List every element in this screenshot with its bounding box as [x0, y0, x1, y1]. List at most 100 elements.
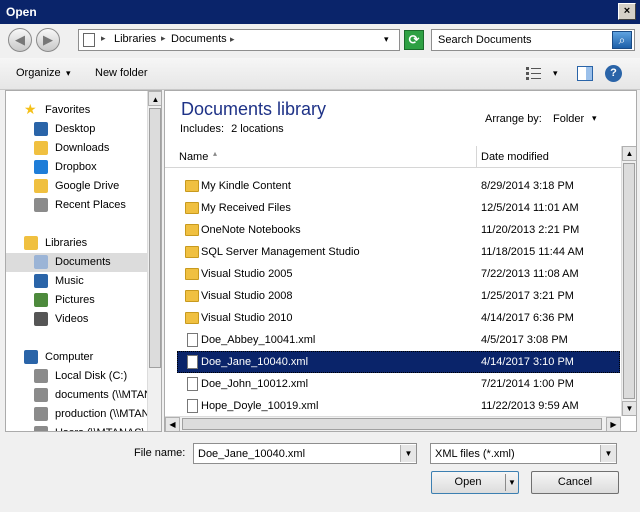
navigation-pane: ★ Favorites Desktop Downloads Dropbox Google …: [5, 90, 162, 432]
refresh-icon: ⟳: [408, 32, 420, 47]
sidebar-item-label: Users (\\MTANAS\: [55, 427, 145, 431]
file-list-vertical-scrollbar[interactable]: ▲ ▼: [621, 146, 636, 416]
documents-icon: [34, 255, 48, 269]
file-date-modified: 4/14/2017 6:36 PM: [481, 312, 574, 324]
file-list-horizontal-scrollbar[interactable]: ◀ ▶: [165, 416, 621, 431]
sidebar-item-local-disk-c[interactable]: Local Disk (C:): [6, 367, 147, 386]
file-name: Visual Studio 2010: [201, 312, 293, 324]
dropbox-icon: [34, 160, 48, 174]
folder-icon: [185, 224, 199, 236]
sidebar-item-label: documents (\\MTAN: [55, 389, 152, 401]
breadcrumb-separator[interactable]: ▸: [101, 33, 106, 44]
help-icon[interactable]: ?: [605, 65, 622, 82]
close-button[interactable]: ×: [618, 3, 636, 20]
desktop-icon: [34, 122, 48, 136]
file-type-select[interactable]: XML files (*.xml) ▼: [430, 443, 617, 464]
scroll-thumb[interactable]: [623, 163, 635, 399]
refresh-button[interactable]: ⟳: [404, 30, 424, 50]
arrange-by-selector[interactable]: Folder: [553, 113, 584, 125]
folder-row[interactable]: Visual Studio 2005 7/22/2013 11:08 AM: [177, 263, 620, 285]
folder-row[interactable]: My Received Files 12/5/2014 11:01 AM: [177, 197, 620, 219]
scroll-right-button[interactable]: ▶: [606, 417, 621, 431]
arrange-dropdown-icon[interactable]: ▾: [592, 113, 597, 124]
sidebar-item-label: Libraries: [45, 237, 88, 249]
computer-icon: [24, 350, 38, 364]
open-button[interactable]: Open ▼: [431, 471, 519, 494]
videos-icon: [34, 312, 48, 326]
file-list-pane: Documents library Includes: 2 locations …: [164, 90, 637, 432]
folder-row[interactable]: My Kindle Content 8/29/2014 3:18 PM: [177, 175, 620, 197]
sidebar-item-music[interactable]: Music: [6, 272, 147, 291]
sidebar-item-google-drive[interactable]: Google Drive: [6, 177, 147, 196]
file-date-modified: 8/29/2014 3:18 PM: [481, 180, 574, 192]
sidebar-item-computer[interactable]: Computer: [6, 348, 147, 367]
sidebar-item-favorites[interactable]: ★ Favorites: [6, 101, 147, 120]
organize-dropdown-icon[interactable]: ▾: [66, 68, 71, 79]
scroll-left-button[interactable]: ◀: [165, 417, 180, 431]
sidebar-item-documents[interactable]: Documents: [6, 253, 147, 272]
folder-row[interactable]: OneNote Notebooks 11/20/2013 2:21 PM: [177, 219, 620, 241]
change-view-icon[interactable]: [526, 66, 542, 80]
cancel-button[interactable]: Cancel: [531, 471, 619, 494]
folder-icon: [185, 202, 199, 214]
file-row[interactable]: Doe_John_10012.xml 7/21/2014 1:00 PM: [177, 373, 620, 395]
breadcrumb-libraries[interactable]: Libraries: [114, 33, 156, 45]
sidebar-item-dropbox[interactable]: Dropbox: [6, 158, 147, 177]
file-row[interactable]: Doe_Jane_10040.xml 4/14/2017 3:10 PM: [177, 351, 620, 373]
search-input[interactable]: Search Documents ⌕: [431, 29, 635, 51]
folder-row[interactable]: SQL Server Management Studio 11/18/2015 1…: [177, 241, 620, 263]
search-icon: ⌕: [618, 33, 626, 47]
sidebar-item-recent-places[interactable]: Recent Places: [6, 196, 147, 215]
music-icon: [34, 274, 48, 288]
scroll-up-button[interactable]: ▲: [622, 146, 636, 161]
includes-label: Includes:: [180, 123, 225, 135]
forward-button[interactable]: ▶: [36, 28, 60, 52]
sidebar-item-label: Favorites: [45, 104, 91, 116]
pictures-icon: [34, 293, 48, 307]
sidebar-item-desktop[interactable]: Desktop: [6, 120, 147, 139]
scroll-down-button[interactable]: ▼: [622, 401, 636, 416]
file-type-dropdown-button[interactable]: ▼: [600, 445, 616, 462]
address-dropdown-icon[interactable]: ▾: [384, 34, 389, 45]
sidebar-item-videos[interactable]: Videos: [6, 310, 147, 329]
back-button[interactable]: ◀: [8, 28, 32, 52]
sidebar-item-users-mtanas[interactable]: Users (\\MTANAS\: [6, 424, 147, 431]
library-includes: Includes: 2 locations: [180, 123, 284, 135]
navigation-bar: ◀ ▶ ▸ Libraries ▸ Documents ▸ ▾ ⟳ Search…: [0, 24, 640, 58]
breadcrumb-separator[interactable]: ▸: [230, 34, 235, 45]
breadcrumb-separator[interactable]: ▸: [161, 33, 166, 44]
search-button[interactable]: ⌕: [612, 31, 632, 49]
file-name-dropdown-button[interactable]: ▼: [400, 445, 416, 462]
sidebar-item-downloads[interactable]: Downloads: [6, 139, 147, 158]
preview-pane-icon[interactable]: [577, 66, 593, 81]
view-dropdown-icon[interactable]: ▾: [553, 68, 558, 79]
includes-locations-link[interactable]: 2 locations: [231, 123, 284, 135]
nav-pane-scrollbar[interactable]: ▲: [147, 91, 161, 431]
xml-file-icon: [187, 377, 198, 391]
sidebar-item-label: Google Drive: [55, 180, 120, 192]
sidebar-item-libraries[interactable]: Libraries: [6, 234, 147, 253]
scroll-thumb[interactable]: [149, 108, 161, 368]
column-divider[interactable]: [476, 146, 477, 168]
column-date-modified[interactable]: Date modified: [481, 151, 549, 163]
address-bar[interactable]: ▸ Libraries ▸ Documents ▸ ▾: [78, 29, 400, 51]
organize-button[interactable]: Organize: [16, 67, 61, 79]
open-options-dropdown-icon[interactable]: ▼: [508, 472, 516, 493]
file-row[interactable]: Doe_Abbey_10041.xml 4/5/2017 3:08 PM: [177, 329, 620, 351]
file-name-input[interactable]: Doe_Jane_10040.xml ▼: [193, 443, 417, 464]
sidebar-item-production-mtan[interactable]: production (\\MTAN: [6, 405, 150, 424]
breadcrumb-documents[interactable]: Documents: [171, 33, 227, 45]
file-name-value[interactable]: Doe_Jane_10040.xml: [198, 448, 305, 460]
local-disk-icon: [34, 369, 48, 383]
column-name[interactable]: Name: [179, 151, 208, 163]
folder-row[interactable]: Visual Studio 2008 1/25/2017 3:21 PM: [177, 285, 620, 307]
sidebar-item-label: Computer: [45, 351, 94, 363]
sidebar-item-documents-mtan[interactable]: documents (\\MTAN: [6, 386, 152, 405]
scroll-up-button[interactable]: ▲: [148, 91, 161, 106]
new-folder-button[interactable]: New folder: [95, 67, 148, 79]
google-drive-icon: [34, 179, 48, 193]
sidebar-item-pictures[interactable]: Pictures: [6, 291, 147, 310]
folder-row[interactable]: Visual Studio 2010 4/14/2017 6:36 PM: [177, 307, 620, 329]
file-row[interactable]: Hope_Doyle_10019.xml 11/22/2013 9:59 AM: [177, 395, 620, 417]
scroll-thumb[interactable]: [182, 418, 602, 430]
